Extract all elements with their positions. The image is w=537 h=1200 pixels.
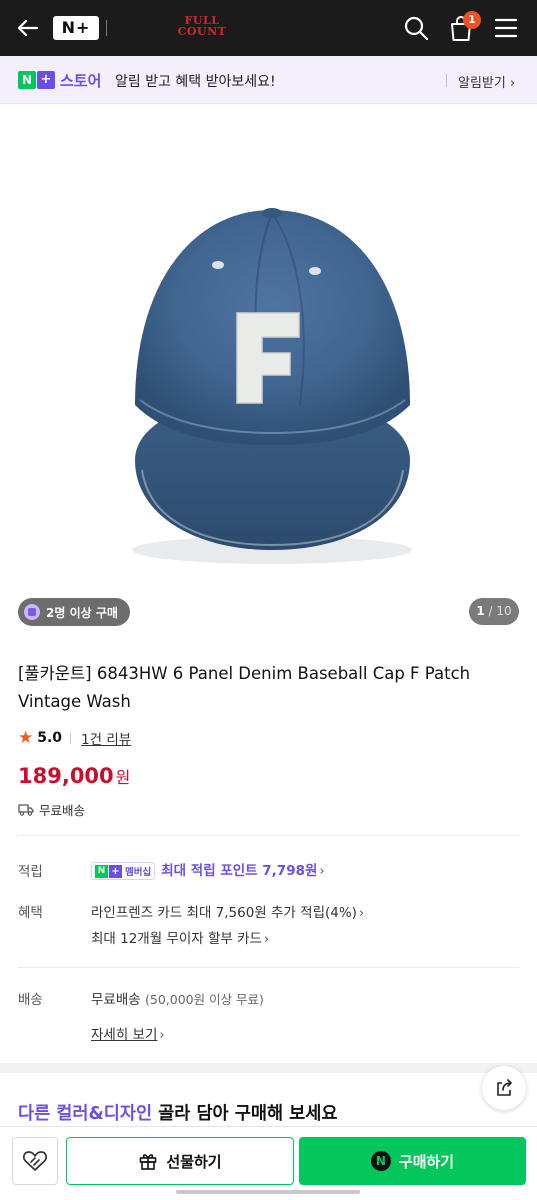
subscribe-alerts-label: 알림받기 xyxy=(458,76,506,91)
gift-button[interactable]: 선물하기 xyxy=(66,1137,294,1185)
delivery-note: (50,000원 이상 무료) xyxy=(144,992,264,1007)
heart-icon xyxy=(22,1151,48,1171)
delivery-info: 무료배송 (50,000원 이상 무료) xyxy=(91,988,264,1008)
membership-badge-text: 멤버십 xyxy=(125,867,152,878)
group-purchase-badge: 2명 이상 구매 xyxy=(18,598,130,626)
price-unit: 원 xyxy=(115,768,131,787)
pager-total: / 10 xyxy=(488,604,512,618)
group-purchase-text: 2명 이상 구매 xyxy=(46,605,118,620)
logo-store-text: 스토어 xyxy=(60,71,102,90)
product-image xyxy=(132,208,412,564)
brand-logo-line2: COUNT xyxy=(177,25,227,38)
naver-plus-store-logo: N + 스토어 xyxy=(18,70,101,90)
max-points-text: 최대 적립 포인트 7,798원 xyxy=(161,863,318,879)
divider xyxy=(70,732,72,744)
naver-pay-icon: N xyxy=(370,1151,391,1171)
subscribe-alerts-link[interactable]: 알림받기 › xyxy=(458,72,515,91)
chevron-right-icon: › xyxy=(509,76,516,91)
rating-row: ★ 5.0 1건 리뷰 xyxy=(18,728,131,748)
menu-icon[interactable] xyxy=(494,16,518,40)
delivery-label: 배송 xyxy=(18,992,43,1008)
search-icon[interactable] xyxy=(402,14,430,42)
brand-logo[interactable]: FULL COUNT xyxy=(160,15,244,37)
benefit-label: 혜택 xyxy=(18,905,43,921)
membership-badge-n: N xyxy=(95,864,108,878)
shopping-badge-icon xyxy=(24,604,40,620)
card-benefit-text: 라인프렌즈 카드 최대 7,560원 추가 적립(4%) xyxy=(91,905,357,921)
cart-count-badge: 1 xyxy=(463,11,481,29)
review-link[interactable]: 1건 리뷰 xyxy=(81,728,131,748)
membership-points-link[interactable]: N + 멤버십 최대 적립 포인트 7,798원 › xyxy=(91,859,325,880)
delivery-details-link[interactable]: 자세히 보기 › xyxy=(91,1023,165,1043)
section-divider xyxy=(18,967,519,968)
chevron-right-icon: › xyxy=(159,1028,165,1043)
section-divider xyxy=(18,835,519,836)
section-separator xyxy=(0,1063,537,1073)
logo-plus: + xyxy=(37,71,55,89)
notification-banner[interactable]: N + 스토어 알림 받고 혜택 받아보세요! 알림받기 › xyxy=(0,56,537,104)
top-app-bar: N+ FULL COUNT 1 xyxy=(0,0,537,56)
product-price: 189,000 원 xyxy=(18,764,130,788)
chevron-right-icon: › xyxy=(358,906,365,921)
star-icon: ★ xyxy=(18,728,34,748)
divider xyxy=(106,20,107,36)
share-button[interactable] xyxy=(482,1066,526,1110)
rating-score: 5.0 xyxy=(37,730,63,746)
shipping-info: 무료배송 xyxy=(18,800,85,819)
wishlist-button[interactable] xyxy=(12,1137,58,1185)
notification-message: 알림 받고 혜택 받아보세요! xyxy=(115,74,276,90)
buy-button-label: 구매하기 xyxy=(398,1152,455,1171)
share-icon xyxy=(497,1079,512,1096)
installment-text: 최대 12개월 무이자 할부 카드 xyxy=(91,931,262,947)
divider xyxy=(446,74,447,87)
shipping-text: 무료배송 xyxy=(39,803,86,818)
membership-badge-plus: + xyxy=(109,864,122,878)
logo-n: N xyxy=(18,71,36,89)
promo-heading: 다른 컬러&디자인 골라 담아 구매해 보세요 xyxy=(18,1100,337,1125)
home-indicator xyxy=(176,1190,360,1194)
product-image-carousel[interactable]: F xyxy=(0,105,537,635)
chevron-right-icon: › xyxy=(263,932,270,947)
installment-link[interactable]: 최대 12개월 무이자 할부 카드 › xyxy=(91,927,269,947)
gift-icon xyxy=(140,1154,157,1170)
delivery-truck-icon xyxy=(18,804,34,816)
card-benefit-link[interactable]: 라인프렌즈 카드 최대 7,560원 추가 적립(4%) › xyxy=(91,901,364,921)
delivery-details-label: 자세히 보기 xyxy=(91,1027,158,1043)
membership-badge: N + 멤버십 xyxy=(91,862,156,880)
price-value: 189,000 xyxy=(18,764,114,788)
purchase-bar: 선물하기 N 구매하기 xyxy=(0,1126,537,1200)
buy-button[interactable]: N 구매하기 xyxy=(299,1137,526,1185)
promo-text: 골라 담아 구매해 보세요 xyxy=(152,1104,338,1124)
gift-button-label: 선물하기 xyxy=(166,1152,222,1171)
delivery-main: 무료배송 xyxy=(91,992,141,1008)
product-title: [풀카운트] 6843HW 6 Panel Denim Baseball Cap… xyxy=(18,664,471,711)
pager-current: 1 xyxy=(476,604,485,618)
points-label: 적립 xyxy=(18,864,43,880)
image-pager: 1 / 10 xyxy=(469,598,519,625)
naver-plus-logo[interactable]: N+ xyxy=(53,16,99,40)
back-arrow-icon[interactable] xyxy=(14,14,42,42)
promo-highlight: 다른 컬러&디자인 xyxy=(18,1104,153,1124)
chevron-right-icon: › xyxy=(319,864,325,879)
